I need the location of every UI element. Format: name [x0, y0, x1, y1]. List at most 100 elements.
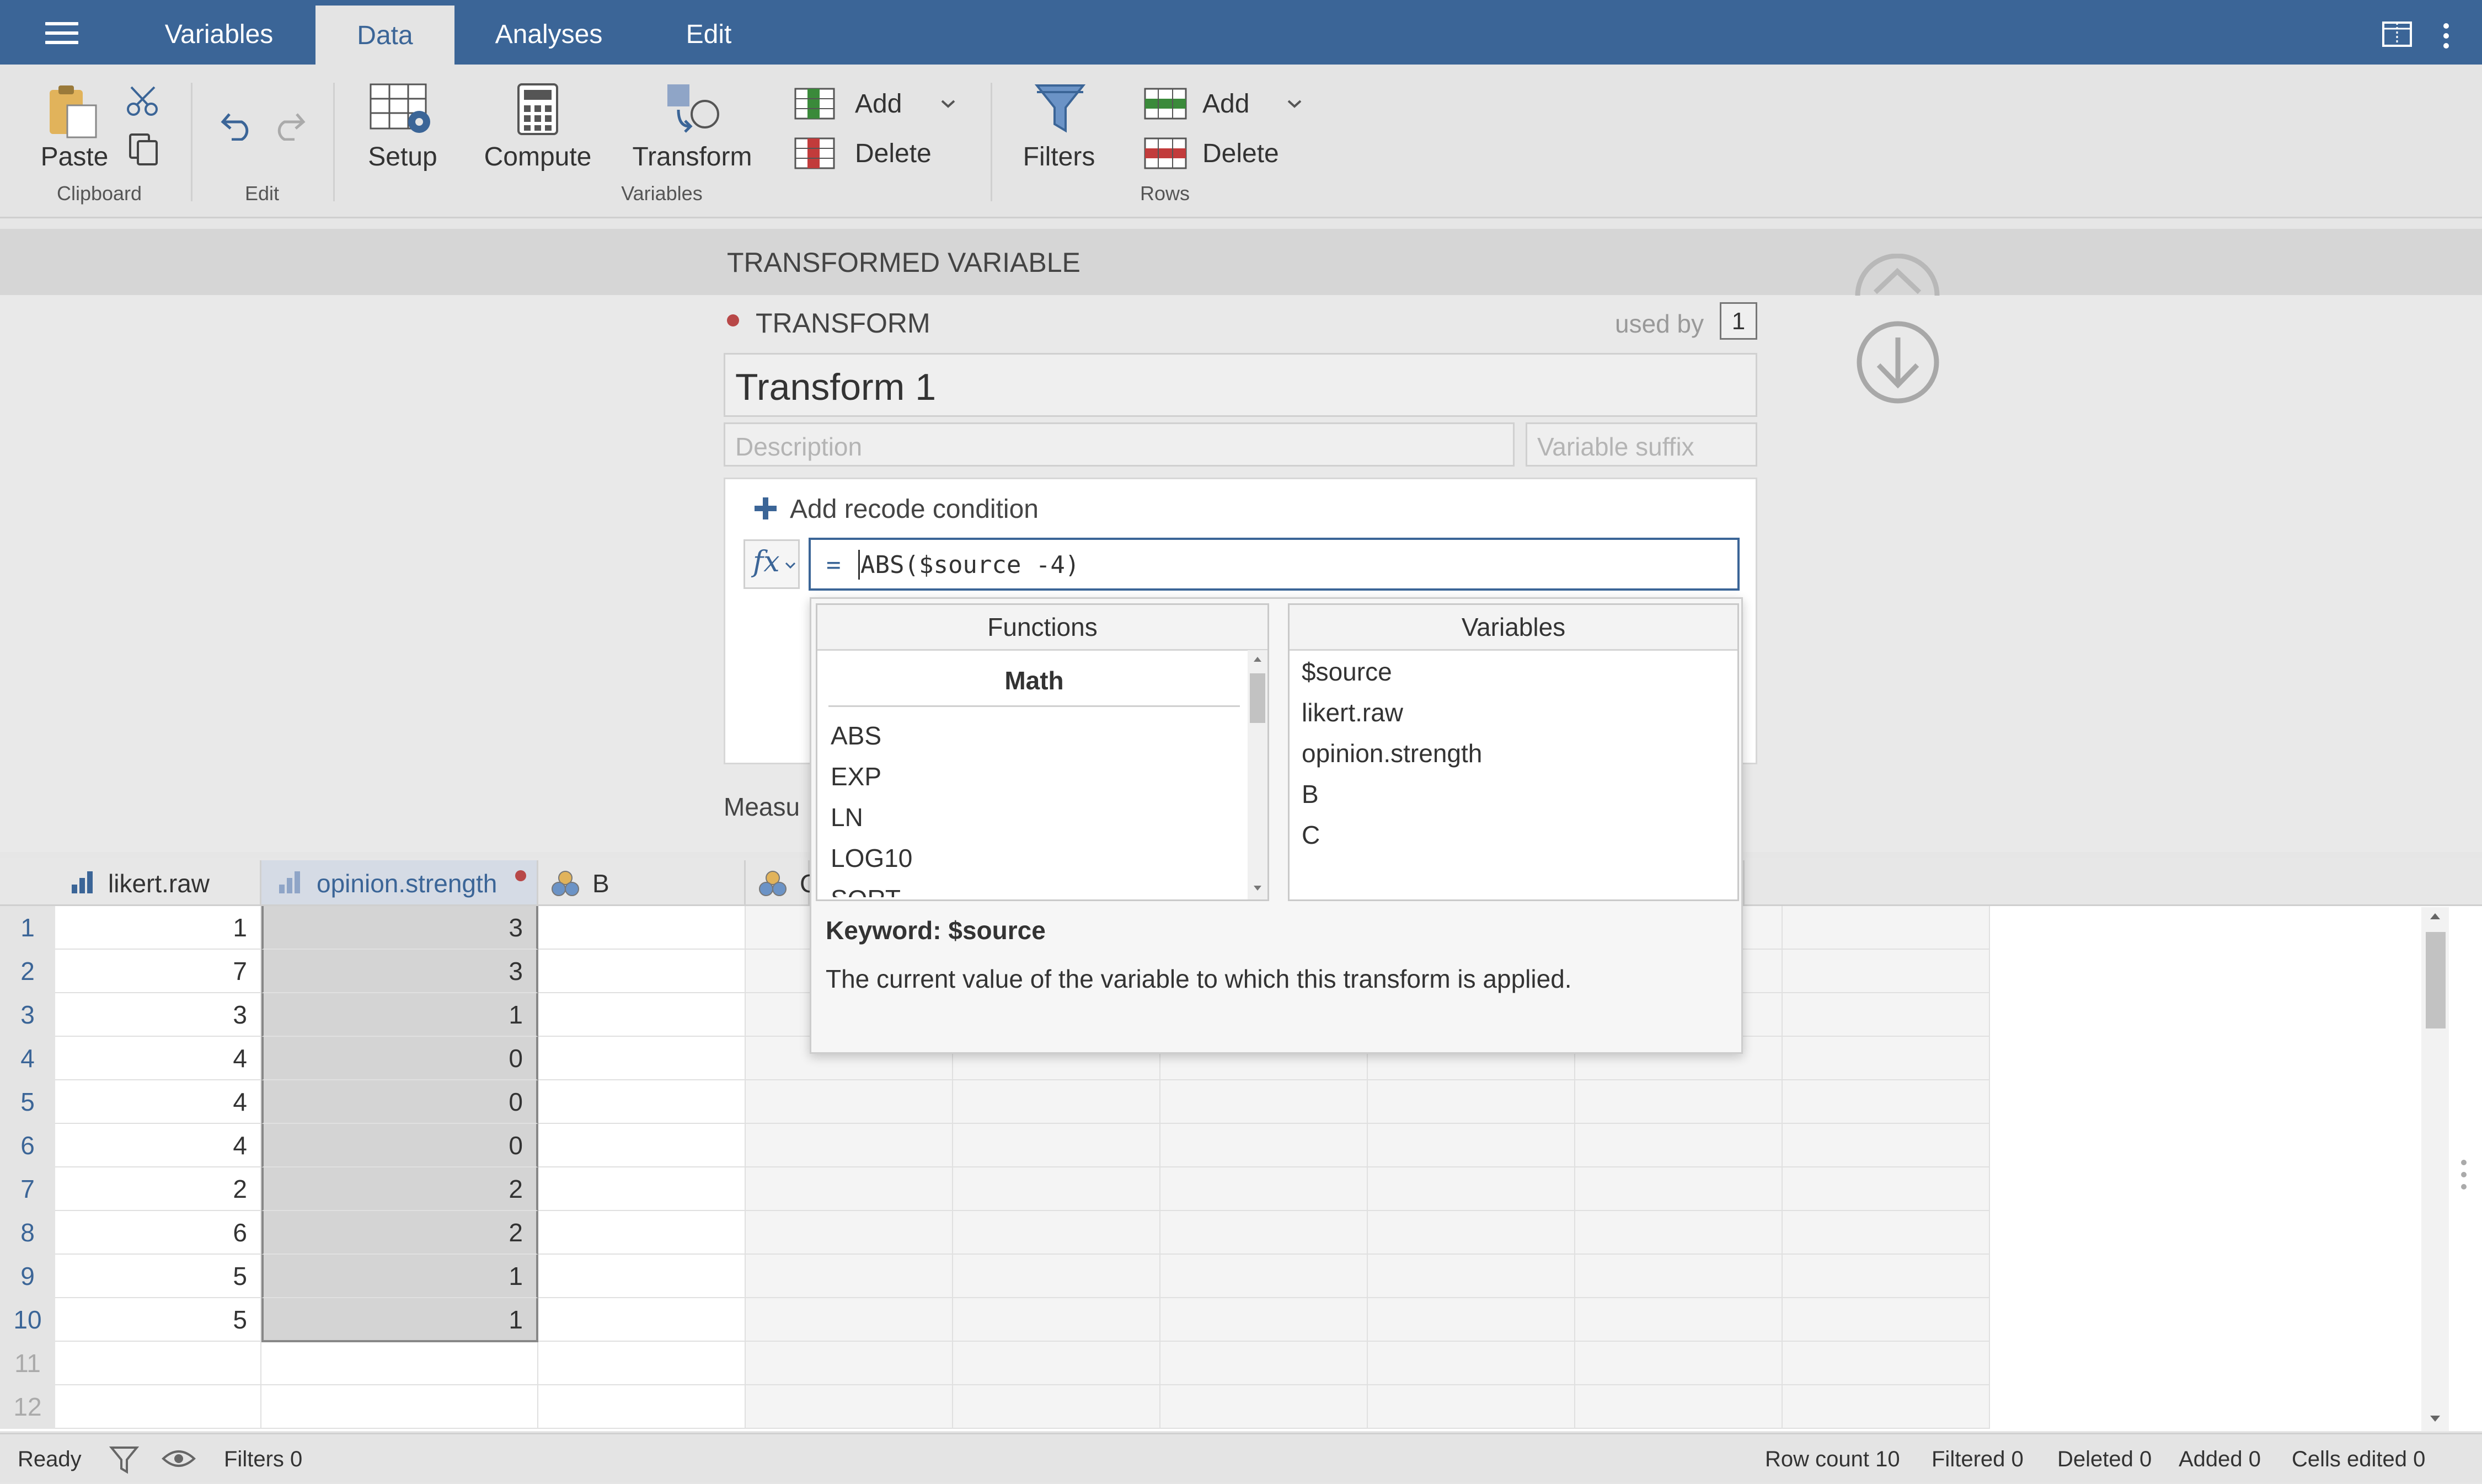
- redo-icon[interactable]: [270, 108, 306, 141]
- row-number[interactable]: 10: [0, 1298, 55, 1342]
- cell-empty[interactable]: [1368, 1211, 1575, 1255]
- paste-button[interactable]: Paste: [33, 80, 116, 179]
- function-item[interactable]: LN: [817, 797, 1248, 838]
- hamburger-menu-icon[interactable]: [45, 22, 78, 44]
- row-number[interactable]: 4: [0, 1037, 55, 1080]
- cell-likert-raw[interactable]: 4: [55, 1037, 261, 1080]
- cell-empty[interactable]: [1160, 1080, 1368, 1124]
- cell-empty[interactable]: [1575, 1080, 1783, 1124]
- cell-c[interactable]: [746, 1298, 953, 1342]
- arrow-down-circle-icon[interactable]: [1855, 320, 1940, 405]
- resize-handle-icon[interactable]: [2460, 1158, 2468, 1191]
- row-number[interactable]: 1: [0, 906, 55, 950]
- cell-empty[interactable]: [953, 1167, 1160, 1211]
- cell-b[interactable]: [538, 1298, 746, 1342]
- cell-empty[interactable]: [1783, 1211, 1990, 1255]
- cell-opinion-strength[interactable]: [261, 1342, 538, 1385]
- cell-empty[interactable]: [1575, 1255, 1783, 1298]
- scroll-up-arrow-icon[interactable]: [2429, 912, 2441, 920]
- cell-empty[interactable]: [1368, 1385, 1575, 1429]
- row-number[interactable]: 5: [0, 1080, 55, 1124]
- cell-empty[interactable]: [1368, 1124, 1575, 1167]
- cell-b[interactable]: [538, 1255, 746, 1298]
- cell-empty[interactable]: [1783, 1167, 1990, 1211]
- function-picker-button[interactable]: fx: [743, 539, 800, 589]
- cell-empty[interactable]: [953, 1385, 1160, 1429]
- cell-opinion-strength[interactable]: 0: [261, 1124, 538, 1167]
- arrow-up-circle-icon[interactable]: [1853, 254, 1941, 298]
- cell-empty[interactable]: [1575, 1385, 1783, 1429]
- cell-c[interactable]: [746, 1342, 953, 1385]
- cell-likert-raw[interactable]: 6: [55, 1211, 261, 1255]
- cell-likert-raw[interactable]: 4: [55, 1080, 261, 1124]
- cell-empty[interactable]: [1575, 1211, 1783, 1255]
- cell-empty[interactable]: [1783, 906, 1990, 950]
- variable-item[interactable]: B: [1290, 774, 1737, 815]
- more-options-icon[interactable]: [2441, 22, 2452, 50]
- cell-b[interactable]: [538, 993, 746, 1037]
- cell-c[interactable]: [746, 1385, 953, 1429]
- cell-opinion-strength[interactable]: 0: [261, 1037, 538, 1080]
- row-number[interactable]: 11: [0, 1342, 55, 1385]
- cell-empty[interactable]: [1368, 1255, 1575, 1298]
- cell-empty[interactable]: [1575, 1342, 1783, 1385]
- variable-item[interactable]: $source: [1290, 651, 1737, 692]
- row-number[interactable]: 6: [0, 1124, 55, 1167]
- column-header-likert-raw[interactable]: likert.raw: [55, 860, 261, 904]
- cell-likert-raw[interactable]: [55, 1342, 261, 1385]
- cell-empty[interactable]: [1368, 1298, 1575, 1342]
- cell-empty[interactable]: [1783, 1037, 1990, 1080]
- cell-b[interactable]: [538, 906, 746, 950]
- tab-analyses[interactable]: Analyses: [474, 0, 623, 65]
- cell-empty[interactable]: [1783, 1255, 1990, 1298]
- variable-suffix-input[interactable]: Variable suffix: [1526, 422, 1757, 467]
- cell-empty[interactable]: [1783, 993, 1990, 1037]
- cell-empty[interactable]: [953, 1211, 1160, 1255]
- row-number[interactable]: 8: [0, 1211, 55, 1255]
- cell-likert-raw[interactable]: 5: [55, 1255, 261, 1298]
- column-header-empty[interactable]: [1743, 860, 1987, 904]
- scroll-down-arrow-icon[interactable]: [2429, 1415, 2441, 1423]
- setup-button[interactable]: Setup: [353, 80, 452, 179]
- cell-b[interactable]: [538, 1342, 746, 1385]
- cell-b[interactable]: [538, 1124, 746, 1167]
- cut-icon[interactable]: [126, 84, 160, 118]
- scroll-down-arrow-icon[interactable]: [1253, 885, 1262, 892]
- cell-opinion-strength[interactable]: 2: [261, 1211, 538, 1255]
- cell-likert-raw[interactable]: 7: [55, 950, 261, 993]
- cell-empty[interactable]: [1160, 1124, 1368, 1167]
- filter-icon[interactable]: [109, 1445, 139, 1474]
- transform-name-input[interactable]: Transform 1: [724, 353, 1757, 417]
- function-item[interactable]: EXP: [817, 756, 1248, 797]
- cell-c[interactable]: [746, 1255, 953, 1298]
- cell-empty[interactable]: [1783, 1124, 1990, 1167]
- variable-item[interactable]: opinion.strength: [1290, 733, 1737, 774]
- cell-b[interactable]: [538, 1211, 746, 1255]
- scroll-up-arrow-icon[interactable]: [1253, 656, 1262, 662]
- cell-c[interactable]: [746, 1211, 953, 1255]
- filters-button[interactable]: Filters: [1009, 80, 1109, 179]
- layout-toggle-icon[interactable]: [2382, 21, 2413, 47]
- cell-empty[interactable]: [953, 1342, 1160, 1385]
- chevron-down-icon[interactable]: [940, 99, 956, 110]
- eye-icon[interactable]: [161, 1448, 196, 1470]
- cell-opinion-strength[interactable]: 1: [261, 993, 538, 1037]
- cell-empty[interactable]: [1575, 1167, 1783, 1211]
- description-input[interactable]: Description: [724, 422, 1515, 467]
- cell-empty[interactable]: [1783, 1385, 1990, 1429]
- cell-empty[interactable]: [1368, 1342, 1575, 1385]
- cell-empty[interactable]: [1160, 1255, 1368, 1298]
- delete-row-button[interactable]: Delete: [1144, 135, 1287, 174]
- add-row-button[interactable]: Add: [1144, 85, 1315, 124]
- cell-b[interactable]: [538, 1167, 746, 1211]
- variable-item[interactable]: likert.raw: [1290, 692, 1737, 733]
- cell-empty[interactable]: [1368, 1167, 1575, 1211]
- cell-empty[interactable]: [1160, 1167, 1368, 1211]
- cell-empty[interactable]: [1783, 1298, 1990, 1342]
- cell-empty[interactable]: [953, 1124, 1160, 1167]
- cell-empty[interactable]: [1575, 1124, 1783, 1167]
- cell-c[interactable]: [746, 1080, 953, 1124]
- cell-opinion-strength[interactable]: 0: [261, 1080, 538, 1124]
- chevron-down-icon[interactable]: [1286, 99, 1303, 110]
- cell-empty[interactable]: [1368, 1080, 1575, 1124]
